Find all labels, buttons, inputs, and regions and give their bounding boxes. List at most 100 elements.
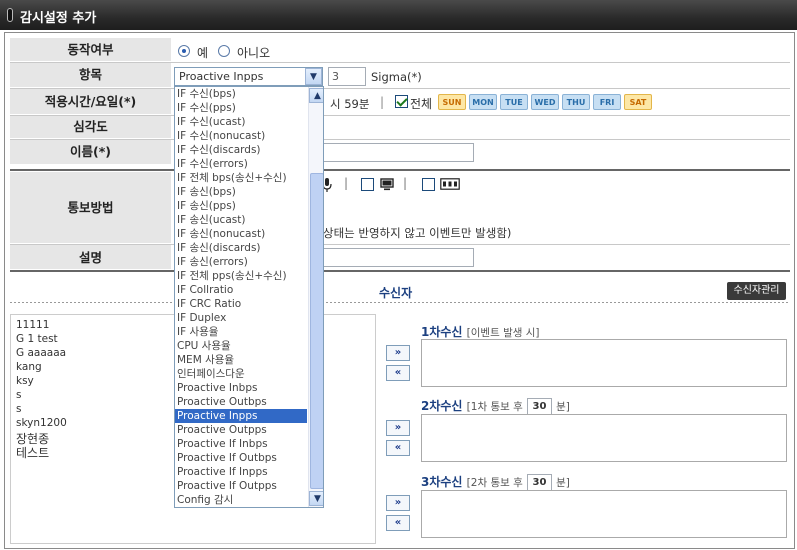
day-sun-button[interactable]: SUN [438, 94, 466, 110]
level1-heading: 1차수신 [이벤트 발생 시] [421, 323, 540, 340]
schedule-label: 적용시간/요일(*) [10, 88, 171, 115]
dropdown-option[interactable]: Proactive If Outbps [175, 451, 307, 465]
recipients-title: 수신자 [379, 286, 413, 300]
level3-add-button[interactable]: » [386, 495, 410, 511]
dropdown-option[interactable]: Proactive Inbps [175, 381, 307, 395]
dropdown-option[interactable]: IF 전체 pps(송신+수신) [175, 269, 307, 283]
dropdown-option[interactable]: IF 전체 bps(송신+수신) [175, 171, 307, 185]
list-item[interactable]: 테스트 [16, 444, 49, 461]
item-select-value: Proactive Inpps [179, 70, 264, 83]
dropdown-option[interactable]: IF Collratio [175, 283, 307, 297]
dropdown-options: IF 수신(bps) IF 수신(pps) IF 수신(ucast) IF 수신(no… [175, 87, 307, 507]
item-dropdown-list[interactable]: IF 수신(bps) IF 수신(pps) IF 수신(ucast) IF 수신(no… [174, 86, 324, 508]
level1-label: 1차수신 [421, 325, 463, 339]
dropdown-option[interactable]: Proactive If Outpps [175, 479, 307, 493]
dropdown-option[interactable]: 인터페이스다운 [175, 367, 307, 381]
monitor-notify-checkbox[interactable] [361, 178, 374, 191]
item-select[interactable]: Proactive Inpps ▼ [174, 67, 323, 86]
dropdown-option[interactable]: Proactive Inpps [175, 409, 307, 423]
manage-recipients-button[interactable]: 수신자관리 [727, 282, 786, 300]
day-mon-button[interactable]: MON [469, 94, 497, 110]
list-item[interactable]: s [16, 403, 21, 415]
dropdown-option[interactable]: IF 수신(discards) [175, 143, 307, 157]
day-tue-button[interactable]: TUE [500, 94, 528, 110]
dropdown-option[interactable]: IF 수신(errors) [175, 157, 307, 171]
dropdown-option[interactable]: IF 송신(ucast) [175, 213, 307, 227]
list-item[interactable]: G aaaaaa [16, 347, 66, 359]
level2-recipient-box[interactable] [421, 414, 787, 462]
level2-note-suffix: 분] [556, 401, 570, 413]
dropdown-option[interactable]: IF 송신(bps) [175, 185, 307, 199]
dropdown-option[interactable]: CPU 사용율 [175, 339, 307, 353]
day-wed-button[interactable]: WED [531, 94, 559, 110]
level3-recipient-box[interactable] [421, 490, 787, 538]
level3-note-prefix: [2차 통보 후 [466, 477, 523, 489]
day-fri-button[interactable]: FRI [593, 94, 621, 110]
item-label: 항목 [10, 62, 171, 88]
level1-recipient-box[interactable] [421, 339, 787, 387]
list-item[interactable]: ksy [16, 375, 34, 387]
row-divider [10, 62, 790, 63]
description-input[interactable] [322, 248, 474, 267]
operation-label: 동작여부 [10, 38, 171, 62]
level2-label: 2차수신 [421, 399, 463, 413]
sigma-unit: Sigma(*) [371, 70, 422, 84]
dropdown-option[interactable]: IF 수신(nonucast) [175, 129, 307, 143]
dropdown-option[interactable]: IF 송신(nonucast) [175, 227, 307, 241]
dropdown-option[interactable]: Proactive If Inpps [175, 465, 307, 479]
level2-add-button[interactable]: » [386, 420, 410, 436]
list-item[interactable]: kang [16, 361, 42, 373]
operation-no-radio[interactable] [218, 45, 230, 57]
dropdown-option[interactable]: Proactive Outpps [175, 423, 307, 437]
scroll-down-icon[interactable]: ▼ [309, 491, 323, 506]
list-item[interactable]: G 1 test [16, 333, 58, 345]
dropdown-option[interactable]: IF 수신(ucast) [175, 115, 307, 129]
level2-minutes-input[interactable]: 30 [526, 398, 552, 415]
level3-minutes-input[interactable]: 30 [526, 474, 552, 491]
notify-separator: | [403, 176, 408, 190]
dropdown-option[interactable]: Proactive Outbps [175, 395, 307, 409]
row-divider [10, 244, 790, 245]
sms-notify-checkbox[interactable] [422, 178, 435, 191]
level2-remove-button[interactable]: « [386, 440, 410, 456]
dropdown-option[interactable]: IF 송신(discards) [175, 241, 307, 255]
level3-heading: 3차수신 [2차 통보 후 30 분] [421, 473, 570, 491]
description-label: 설명 [10, 245, 171, 270]
list-item[interactable]: skyn1200 [16, 417, 67, 429]
dropdown-option[interactable]: IF 수신(bps) [175, 87, 307, 101]
window-title: 감시설정 추가 [20, 11, 97, 26]
name-label: 이름(*) [10, 139, 171, 165]
section-divider [10, 270, 790, 272]
window-marker-icon [7, 8, 13, 22]
dropdown-scrollbar[interactable]: ▲ ▼ [308, 87, 323, 507]
day-sat-button[interactable]: SAT [624, 94, 652, 110]
dropdown-option[interactable]: IF 송신(pps) [175, 199, 307, 213]
dropdown-option[interactable]: Proactive If Inbps [175, 437, 307, 451]
sigma-input[interactable]: 3 [328, 67, 366, 86]
dotted-divider [10, 302, 790, 303]
row-divider [10, 139, 790, 140]
dropdown-option[interactable]: Config 감시 [175, 493, 307, 507]
notify-label: 통보방법 [10, 172, 171, 244]
scroll-up-icon[interactable]: ▲ [309, 88, 323, 103]
day-thu-button[interactable]: THU [562, 94, 590, 110]
dropdown-option[interactable]: MEM 사용율 [175, 353, 307, 367]
level3-remove-button[interactable]: « [386, 515, 410, 531]
monitor-icon [380, 178, 394, 194]
dropdown-option[interactable]: IF 사용율 [175, 325, 307, 339]
dropdown-option[interactable]: IF 송신(errors) [175, 255, 307, 269]
all-days-checkbox[interactable] [395, 95, 408, 108]
dropdown-option[interactable]: IF 수신(pps) [175, 101, 307, 115]
scroll-thumb[interactable] [310, 173, 323, 489]
operation-yes-radio[interactable] [178, 45, 190, 57]
level1-note: [이벤트 발생 시] [466, 327, 540, 339]
list-item[interactable]: s [16, 389, 21, 401]
dropdown-option[interactable]: IF Duplex [175, 311, 307, 325]
level1-add-button[interactable]: » [386, 345, 410, 361]
name-input[interactable] [322, 143, 474, 162]
dropdown-option[interactable]: IF CRC Ratio [175, 297, 307, 311]
item-select-arrow-icon[interactable]: ▼ [305, 68, 322, 85]
level1-remove-button[interactable]: « [386, 365, 410, 381]
operation-no-label: 아니오 [237, 46, 271, 60]
list-item[interactable]: 11111 [16, 319, 49, 331]
